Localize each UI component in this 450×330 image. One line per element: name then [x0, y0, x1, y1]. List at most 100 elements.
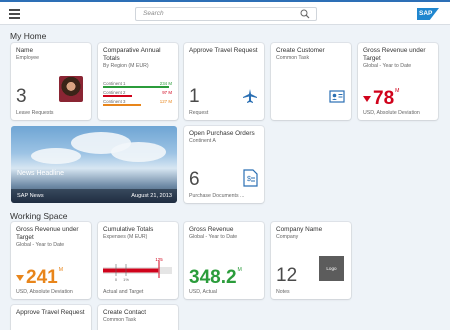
group-title-my-home: My Home	[10, 31, 47, 41]
tile-news[interactable]: News Headline SAP News August 21, 2013	[11, 126, 177, 203]
tile-number: 12	[276, 265, 298, 286]
cloud-decoration	[31, 148, 81, 164]
comparison-bar	[103, 104, 141, 106]
tile-subtitle: Continent A	[189, 138, 216, 144]
tile-subtitle: Common Task	[103, 317, 137, 323]
kpi-value: 78M	[363, 88, 400, 109]
kpi-unit: M	[395, 88, 400, 94]
kpi-number: 78	[373, 88, 395, 109]
tile-footer: USD, Absolute Deviation	[363, 110, 420, 116]
sap-logo: SAP	[417, 8, 439, 20]
trend-down-icon	[16, 274, 24, 281]
tile-footer: Purchase Documents ...	[189, 193, 245, 199]
comparison-value: 97 M	[162, 90, 172, 95]
tile-gross-revenue[interactable]: Gross Revenue Global - Year to Date 348.…	[184, 222, 264, 299]
search-placeholder: Search	[143, 10, 164, 17]
airplane-icon	[243, 89, 257, 103]
group-title-working-space: Working Space	[10, 211, 68, 221]
tile-title: Name	[16, 47, 34, 54]
tile-gross-revenue-under-target-ws[interactable]: Gross Revenue under Target Global - Year…	[11, 222, 91, 299]
comparison-bar	[103, 86, 169, 88]
bullet-target-label: 125	[155, 258, 163, 262]
tile-title: Approve Travel Request	[189, 47, 258, 54]
employee-avatar	[59, 76, 83, 102]
tile-subtitle: Global - Year to Date	[16, 242, 65, 248]
tile-number: 3	[16, 86, 27, 107]
tile-footer: Actual and Target	[103, 289, 144, 295]
tile-approve-travel-2[interactable]: Approve Travel Request	[11, 305, 91, 330]
tile-subtitle: Common Task	[276, 55, 310, 61]
tile-header: Cumulative Totals Expenses (M EUR)	[103, 226, 173, 241]
tile-header: Gross Revenue under Target Global - Year…	[363, 47, 433, 70]
shell-bar: Search SAP	[0, 0, 450, 25]
tile-subtitle: Company	[276, 234, 299, 240]
tile-title: Gross Revenue under Target	[363, 47, 426, 62]
tile-footer: USD, Actual	[189, 289, 217, 295]
tile-header: Name Employee	[16, 47, 86, 62]
tile-title: Gross Revenue	[189, 226, 234, 233]
tile-header: Comparative Annual Totals By Region (M E…	[103, 47, 173, 70]
kpi-number: 241	[26, 267, 58, 288]
tile-title: Gross Revenue under Target	[16, 226, 79, 241]
tile-subtitle: Global - Year to Date	[363, 63, 412, 69]
tile-subtitle: Expenses (M EUR)	[103, 234, 148, 240]
tile-subtitle: Employee	[16, 55, 40, 61]
kpi-number: 348.2	[189, 267, 237, 288]
tile-title: Company Name	[276, 226, 323, 233]
tile-header: Company Name Company	[276, 226, 346, 241]
comparison-row: Continent 2 97 M	[103, 90, 172, 98]
tile-subtitle: By Region (M EUR)	[103, 63, 149, 69]
tile-title: Create Contact	[103, 309, 146, 316]
news-date: August 21, 2013	[131, 193, 172, 199]
tile-company[interactable]: Company Name Company Logo 12 Notes	[271, 222, 351, 299]
svg-text:$: $	[247, 176, 251, 183]
purchase-document-icon: $	[243, 169, 258, 187]
bullet-scale-label: 1%	[123, 277, 129, 282]
search-icon[interactable]	[300, 9, 310, 19]
comparison-row: Continent 3 127 M	[103, 99, 172, 107]
news-footer: SAP News August 21, 2013	[11, 189, 177, 203]
kpi-value: 241M	[16, 267, 64, 288]
tile-footer: Leave Requests	[16, 110, 54, 116]
news-source: SAP News	[17, 193, 44, 199]
tile-title: Create Customer	[276, 47, 325, 54]
bullet-scale-label: 0	[115, 277, 118, 282]
tile-approve-travel[interactable]: Approve Travel Request 1 Request	[184, 43, 264, 120]
kpi-value: 348.2M	[189, 267, 242, 288]
menu-icon[interactable]	[9, 9, 20, 19]
tile-subtitle: Global - Year to Date	[189, 234, 238, 240]
tile-open-purchase-orders[interactable]: Open Purchase Orders Continent A $ 6 Pur…	[184, 126, 264, 203]
trend-down-icon	[363, 95, 371, 102]
tile-header: Gross Revenue under Target Global - Year…	[16, 226, 86, 249]
bullet-chart: 125 0 1%	[103, 257, 172, 282]
tile-number: 1	[189, 86, 200, 107]
tile-create-customer[interactable]: Create Customer Common Task	[271, 43, 351, 120]
tile-footer: Notes	[276, 289, 290, 295]
tile-header: Gross Revenue Global - Year to Date	[189, 226, 259, 241]
tile-cumulative-totals[interactable]: Cumulative Totals Expenses (M EUR) 125 0…	[98, 222, 178, 299]
tile-header: Create Customer Common Task	[276, 47, 346, 62]
tile-header: Create Contact Common Task	[103, 309, 173, 324]
tile-create-contact[interactable]: Create Contact Common Task	[98, 305, 178, 330]
news-headline: News Headline	[17, 170, 65, 177]
tile-number: 6	[189, 169, 200, 190]
kpi-unit: M	[237, 267, 242, 273]
tile-comparative-totals[interactable]: Comparative Annual Totals By Region (M E…	[98, 43, 178, 120]
tile-title: Open Purchase Orders	[189, 130, 255, 137]
tile-employee-leave[interactable]: Name Employee 3 Leave Requests	[11, 43, 91, 120]
kpi-unit: M	[58, 267, 64, 273]
tile-footer: USD, Absolute Deviation	[16, 289, 73, 295]
comparison-bar	[103, 95, 132, 97]
bullet-chart-svg: 125 0 1%	[103, 257, 172, 282]
search-field[interactable]: Search	[135, 7, 317, 21]
company-logo: Logo	[319, 256, 344, 281]
tile-gross-revenue-under-target[interactable]: Gross Revenue under Target Global - Year…	[358, 43, 438, 120]
comparison-value: 127 M	[159, 99, 172, 104]
tile-footer: Request	[189, 110, 209, 116]
tile-title: Comparative Annual Totals	[103, 47, 161, 62]
customer-card-icon	[329, 90, 345, 103]
tile-header: Open Purchase Orders Continent A	[189, 130, 259, 145]
cloud-decoration	[111, 142, 166, 162]
bullet-actual-bar	[103, 268, 159, 273]
tile-title: Cumulative Totals	[103, 226, 154, 233]
